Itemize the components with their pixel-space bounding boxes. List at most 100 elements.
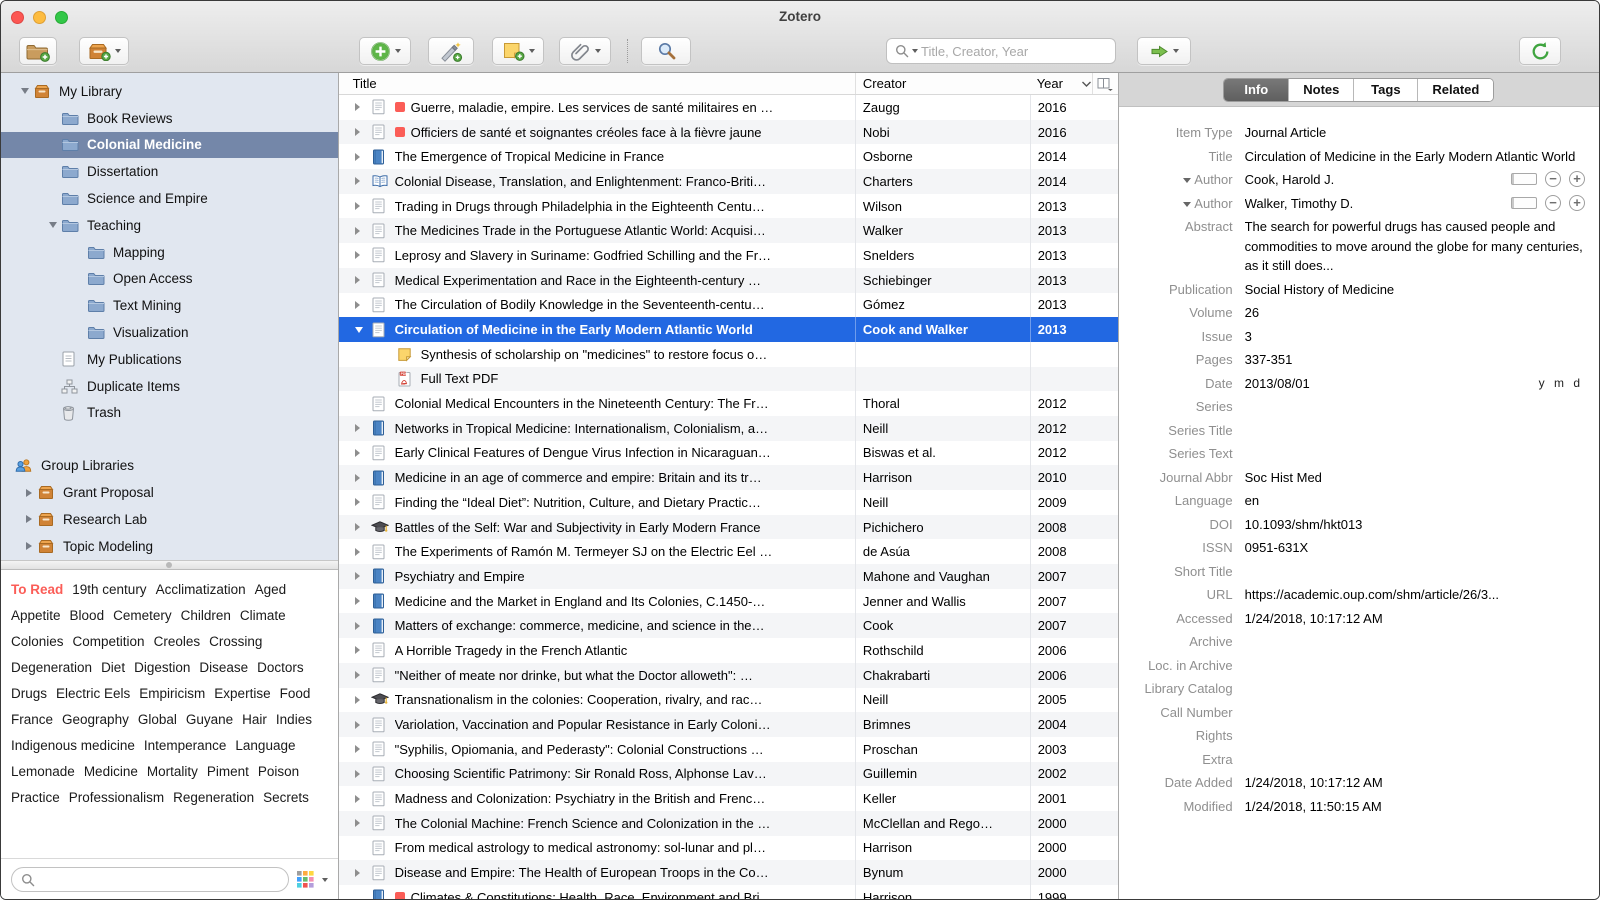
sidebar-item-colonial-medicine[interactable]: Colonial Medicine [1,131,338,159]
search-input[interactable] [921,43,1107,59]
field-value-issue[interactable]: 3 [1245,327,1599,347]
item-row-medicine-and-the-market-in-eng[interactable]: Medicine and the Market in England and I… [339,588,1118,614]
add-attachment-button[interactable] [559,37,611,65]
remove-author-button[interactable]: − [1545,194,1561,211]
twisty-right-icon[interactable] [354,128,371,137]
tag-regeneration[interactable]: Regeneration [173,785,254,811]
column-picker-button[interactable] [1091,73,1118,94]
tag-professionalism[interactable]: Professionalism [69,785,164,811]
twisty-right-icon[interactable] [354,547,371,556]
tag-drugs[interactable]: Drugs [11,681,47,707]
twisty-right-icon[interactable] [354,103,371,112]
tag-diet[interactable]: Diet [101,655,125,681]
tab-notes[interactable]: Notes [1288,78,1354,101]
tab-tags[interactable]: Tags [1353,78,1418,101]
field-value-author[interactable]: Cook, Harold J. [1245,170,1503,190]
twisty-right-icon[interactable] [354,794,371,803]
add-author-button[interactable]: + [1569,171,1585,187]
tab-related[interactable]: Related [1417,78,1494,101]
twisty-right-icon[interactable] [354,498,371,507]
tag-search-input[interactable] [40,872,279,887]
tag-geography[interactable]: Geography [62,707,129,733]
tag-practice[interactable]: Practice [11,785,60,811]
item-row-matters-of-exchange-commerce-m[interactable]: Matters of exchange: commerce, medicine,… [338,613,1118,639]
tag-food[interactable]: Food [280,681,311,707]
twisty-right-icon[interactable] [354,646,371,655]
field-value-publication[interactable]: Social History of Medicine [1245,280,1599,300]
tag-climate[interactable]: Climate [240,603,286,629]
tag-global[interactable]: Global [138,707,177,733]
tag-language[interactable]: Language [235,733,295,759]
twisty-right-icon[interactable] [354,152,371,161]
twisty-down-icon[interactable] [17,88,33,95]
new-library-button[interactable] [79,37,129,65]
tag-indigenous-medicine[interactable]: Indigenous medicine [11,733,135,759]
twisty-right-icon[interactable] [354,671,371,680]
tag-19th-century[interactable]: 19th century [72,577,146,603]
item-row-climates-constitutions-health-[interactable]: Climates & Constitutions: Health, Race, … [339,885,1118,899]
column-header-title[interactable]: Title [339,73,855,94]
tag-creoles[interactable]: Creoles [154,629,201,655]
item-row-disease-and-empire-the-health-[interactable]: Disease and Empire: The Health of Europe… [338,860,1118,885]
item-row-medical-experimentation-and-ra[interactable]: Medical Experimentation and Race in the … [338,267,1118,293]
twisty-right-icon[interactable] [354,769,371,778]
sidebar-item-group-libraries[interactable]: Group Libraries [1,452,338,479]
item-row-the-emergence-of-tropical-medi[interactable]: The Emergence of Tropical Medicine in Fr… [339,144,1118,170]
sidebar-item-science-and-empire[interactable]: Science and Empire [1,185,338,212]
sidebar-item-my-library[interactable]: My Library [1,78,338,105]
add-author-button[interactable]: + [1569,194,1585,211]
item-row-early-clinical-features-of-den[interactable]: Early Clinical Features of Dengue Virus … [339,440,1118,466]
tag-doctors[interactable]: Doctors [257,655,304,681]
tag-to-read[interactable]: To Read [11,577,63,603]
twisty-right-icon[interactable] [354,868,371,877]
item-row-the-colonial-machine-french-sc[interactable]: The Colonial Machine: French Science and… [338,810,1118,836]
field-value-doi[interactable]: 10.1093/shm/hkt013 [1245,515,1599,535]
tag-acclimatization[interactable]: Acclimatization [156,577,246,603]
field-value-date[interactable]: 2013/08/01 [1245,374,1531,394]
quick-search-field[interactable] [886,38,1116,64]
column-header-year[interactable]: Year [1030,73,1092,94]
twisty-down-icon[interactable] [45,222,61,229]
twisty-right-icon[interactable] [354,621,371,630]
field-value-date-added[interactable]: 1/24/2018, 10:17:12 AM [1245,773,1599,793]
item-row-finding-the-ideal-diet-nutriti[interactable]: Finding the “Ideal Diet”: Nutrition, Cul… [339,490,1118,515]
field-value-title[interactable]: Circulation of Medicine in the Early Mod… [1245,147,1599,167]
advanced-search-button[interactable] [641,37,691,65]
item-row-the-experiments-of-ram-n-m-ter[interactable]: The Experiments of Ramón M. Termeyer SJ … [339,539,1118,565]
tag-expertise[interactable]: Expertise [214,681,270,707]
twisty-right-icon[interactable] [354,251,371,260]
pane-splitter[interactable] [1,559,338,570]
sidebar-item-trash[interactable]: Trash [1,400,338,427]
sidebar-item-duplicate-items[interactable]: Duplicate Items [1,373,338,400]
field-value-abstract[interactable]: The search for powerful drugs has caused… [1245,217,1599,276]
twisty-right-icon[interactable] [21,515,37,524]
item-row-the-circulation-of-bodily-know[interactable]: The Circulation of Bodily Knowledge in t… [339,292,1118,318]
author-field-mode-toggle[interactable] [1511,196,1537,209]
author-options-caret-icon[interactable] [1183,178,1192,184]
item-row-leprosy-and-slavery-in-surinam[interactable]: Leprosy and Slavery in Suriname: Godfrie… [339,243,1118,268]
field-value-author[interactable]: Walker, Timothy D. [1245,194,1503,214]
sidebar-item-research-lab[interactable]: Research Lab [1,506,338,533]
tag-color-grid-icon[interactable] [296,871,314,888]
item-row-guerre-maladie-empire-les-serv[interactable]: Guerre, maladie, empire. Les services de… [339,95,1118,120]
twisty-right-icon[interactable] [354,695,371,704]
twisty-right-icon[interactable] [354,448,371,457]
twisty-down-icon[interactable] [354,326,371,333]
tag-colonies[interactable]: Colonies [11,629,64,655]
tag-disease[interactable]: Disease [199,655,248,681]
twisty-right-icon[interactable] [354,819,371,828]
tag-cemetery[interactable]: Cemetery [113,603,172,629]
item-row-colonial-disease-translation-a[interactable]: Colonial Disease, Translation, and Enlig… [338,169,1118,194]
tag-indies[interactable]: Indies [276,707,312,733]
sync-button[interactable] [1519,37,1561,65]
tag-crossing[interactable]: Crossing [209,629,262,655]
item-row-choosing-scientific-patrimony-[interactable]: Choosing Scientific Patrimony: Sir Ronal… [338,761,1118,787]
tag-secrets[interactable]: Secrets [263,785,309,811]
field-value-item-type[interactable]: Journal Article [1245,123,1599,143]
sidebar-item-text-mining[interactable]: Text Mining [1,292,338,319]
tag-france[interactable]: France [11,707,53,733]
tag-guyane[interactable]: Guyane [186,707,233,733]
tag-lemonade[interactable]: Lemonade [11,759,75,785]
item-row-the-medicines-trade-in-the-por[interactable]: The Medicines Trade in the Portuguese At… [338,218,1118,244]
twisty-right-icon[interactable] [21,542,37,551]
